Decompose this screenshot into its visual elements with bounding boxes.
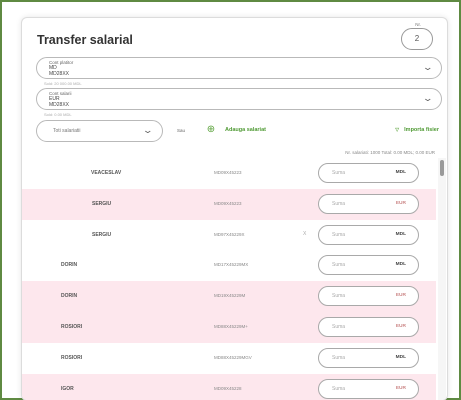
close-icon[interactable]: X (303, 231, 306, 237)
employee-account: MD17X45229MX (214, 262, 249, 268)
amount-input[interactable]: Suma EUR (318, 286, 419, 307)
payer-balance-hint: Sold: 20 000.00 MDL (44, 81, 82, 86)
chevron-down-icon: ⌄ (422, 93, 434, 103)
row-count-field[interactable]: 2 (401, 28, 433, 50)
employee-account: MD09X45223 (214, 170, 242, 175)
chevron-down-icon: ⌄ (142, 125, 154, 135)
table-row: SERGIU MD97X45229X X Suma MDL (22, 220, 436, 251)
employee-account: MD88X45229M+ (214, 323, 248, 329)
employee-select-value: Toti salariatii (53, 128, 81, 134)
employee-account: MD88X45229MGV (214, 354, 252, 360)
salary-account-select[interactable]: Cont salarii EUR MD28XX ⌄ (36, 88, 442, 110)
table-row: DORIN MD19X45229M Suma EUR (22, 281, 436, 312)
amount-input[interactable]: Suma MDL (318, 347, 419, 368)
filter-icon: ▿ (395, 125, 400, 134)
window-frame: Transfer salarial Nr. 2 Cont platitor MD… (0, 0, 461, 400)
amount-input[interactable]: Suma EUR (318, 316, 419, 337)
transfer-card: Transfer salarial Nr. 2 Cont platitor MD… (21, 17, 448, 400)
add-employee-button[interactable]: ⊕ Adauga salariat (203, 121, 266, 139)
employee-account: MD09X45223 (214, 200, 242, 206)
import-file-label: Importa fisier (404, 126, 439, 133)
employee-name: ROSIORI (61, 354, 83, 361)
employee-account: MD97X45229X (214, 231, 245, 237)
currency-label: EUR (395, 323, 406, 329)
table-row: SERGIU MD09X45223 Suma EUR (22, 188, 436, 220)
currency-label: MDL (395, 170, 406, 175)
table-row: VEACESLAV MD09X45223 Suma MDL (22, 158, 436, 189)
amount-input[interactable]: Suma EUR (318, 193, 419, 214)
table-row: ROSIORI MD88X45229M+ Suma EUR (22, 311, 436, 343)
employee-name: DORIN (61, 293, 78, 300)
payer-account-number: MD28XX (49, 71, 70, 77)
employee-name: SERGIU (92, 200, 112, 207)
or-label: Sau (177, 128, 186, 133)
employee-name: VEACESLAV (91, 170, 122, 176)
salary-balance-hint: Sold: 0.00 MDL (44, 112, 72, 117)
employee-name: DORIN (61, 262, 78, 269)
currency-label: MDL (395, 231, 406, 237)
scrollbar[interactable] (438, 158, 446, 400)
amount-placeholder: Suma (332, 354, 346, 361)
import-file-button[interactable]: ▿ Importa fisier (395, 125, 439, 134)
amount-placeholder: Suma (332, 231, 346, 238)
employee-name: IGOR (61, 385, 74, 392)
currency-label: EUR (395, 385, 406, 391)
table-row: DORIN MD17X45229MX Suma MDL (22, 250, 436, 281)
employee-select[interactable]: Toti salariatii ⌄ (36, 120, 163, 142)
amount-input[interactable]: Suma EUR (318, 378, 419, 399)
payer-account-select[interactable]: Cont platitor MD MD28XX ⌄ (36, 57, 442, 79)
page-title: Transfer salarial (37, 33, 133, 47)
employee-account: MD09X45228 (214, 385, 242, 391)
employees-table: VEACESLAV MD09X45223 Suma MDL SERGIU MD09X452… (22, 158, 436, 400)
amount-placeholder: Suma (332, 200, 346, 207)
currency-label: EUR (395, 200, 406, 206)
chevron-down-icon: ⌄ (422, 62, 434, 72)
scrollbar-thumb[interactable] (440, 160, 444, 176)
amount-placeholder: Suma (332, 170, 346, 176)
add-employee-label: Adauga salariat (225, 127, 266, 133)
table-row: ROSIORI MD88X45229MGV Suma MDL (22, 343, 436, 374)
totals-summary: Nr. salariati: 1000 Total: 0.00 MDL; 0.0… (345, 150, 435, 155)
row-count-label: Nr. (415, 22, 421, 27)
amount-placeholder: Suma (332, 323, 346, 330)
table-row: IGOR MD09X45228 Suma EUR (22, 373, 436, 400)
amount-placeholder: Suma (332, 293, 346, 300)
amount-input[interactable]: Suma MDL (318, 163, 419, 183)
currency-label: MDL (395, 354, 406, 360)
salary-account-number: MD28XX (49, 102, 70, 108)
amount-input[interactable]: Suma MDL (318, 255, 419, 276)
employee-account: MD19X45229M (214, 293, 246, 299)
currency-label: MDL (395, 262, 406, 268)
amount-input[interactable]: Suma MDL (318, 224, 419, 245)
amount-placeholder: Suma (332, 262, 346, 269)
add-person-icon: ⊕ (206, 124, 216, 135)
currency-label: EUR (395, 293, 406, 299)
employee-name: ROSIORI (61, 323, 83, 330)
amount-placeholder: Suma (332, 385, 346, 392)
employee-name: SERGIU (92, 231, 112, 238)
